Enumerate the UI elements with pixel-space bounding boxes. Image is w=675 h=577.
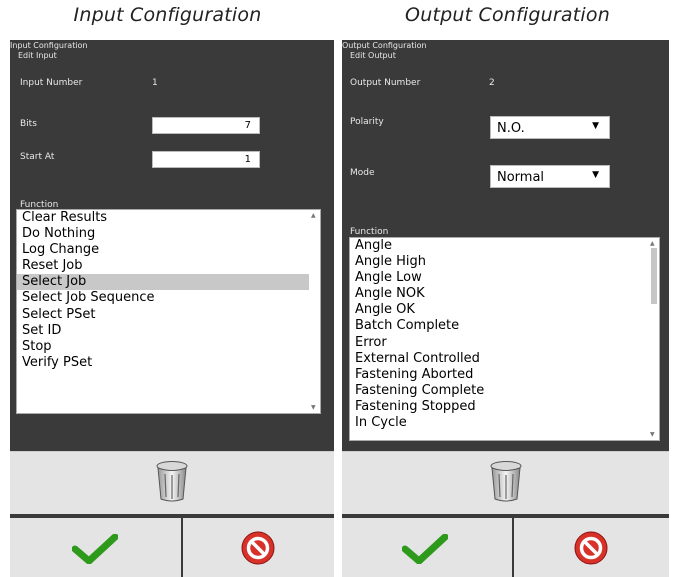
trash-icon <box>490 461 521 502</box>
function-option[interactable]: Angle <box>350 238 659 254</box>
function-option[interactable]: Clear Results <box>17 210 320 226</box>
scroll-down-icon[interactable]: ▼ <box>650 431 655 438</box>
polarity-value: N.O. <box>497 121 525 136</box>
function-option[interactable]: Fastening Aborted <box>350 367 659 383</box>
function-label: Function <box>350 227 389 237</box>
function-option[interactable]: Set ID <box>17 323 320 339</box>
function-option[interactable]: Log Change <box>17 242 320 258</box>
function-option[interactable]: Angle NOK <box>350 286 659 302</box>
window-title: Input Configuration <box>10 41 88 50</box>
output-number-label: Output Number <box>350 78 421 88</box>
scroll-down-icon[interactable]: ▼ <box>311 404 316 411</box>
function-option[interactable]: Select PSet <box>17 307 320 323</box>
delete-bar <box>342 451 669 514</box>
function-option[interactable]: External Controlled <box>350 351 659 367</box>
delete-bar <box>10 451 334 514</box>
list-scrollbar[interactable]: ▲ ▼ <box>309 210 320 413</box>
function-option[interactable]: In Cycle <box>350 415 659 431</box>
function-option[interactable]: Error <box>350 335 659 351</box>
function-option[interactable]: Stop <box>17 339 320 355</box>
cancel-icon <box>241 531 275 565</box>
trash-icon <box>156 461 188 502</box>
scroll-up-icon[interactable]: ▲ <box>650 240 655 247</box>
cancel-button[interactable] <box>514 518 669 577</box>
function-option[interactable]: Select Job <box>17 274 320 291</box>
confirm-button[interactable] <box>10 518 181 577</box>
function-option[interactable]: Angle High <box>350 254 659 270</box>
dropdown-arrow-icon: ▼ <box>592 121 599 131</box>
start-at-field[interactable]: 1 <box>152 151 260 168</box>
checkmark-icon <box>72 534 118 564</box>
bits-label: Bits <box>20 119 37 129</box>
function-option[interactable]: Verify PSet <box>17 355 320 371</box>
output-caption: Output Configuration <box>405 4 610 26</box>
output-number-value: 2 <box>489 78 495 88</box>
polarity-label: Polarity <box>350 117 384 127</box>
input-caption: Input Configuration <box>73 4 262 26</box>
input-number-value: 1 <box>152 78 158 88</box>
polarity-dropdown[interactable]: N.O. ▼ <box>490 116 610 139</box>
action-row <box>342 518 669 577</box>
function-option[interactable]: Do Nothing <box>17 226 320 242</box>
cancel-button[interactable] <box>183 518 334 577</box>
function-list[interactable]: Angle Angle High Angle Low Angle NOK Angle O… <box>349 237 660 441</box>
function-option[interactable]: Angle Low <box>350 270 659 286</box>
cancel-icon <box>574 531 608 565</box>
checkmark-icon <box>402 534 448 564</box>
mode-value: Normal <box>497 170 545 185</box>
confirm-button[interactable] <box>342 518 512 577</box>
output-configuration-panel: Output Configuration Edit Output Output … <box>342 40 669 577</box>
function-option[interactable]: Fastening Complete <box>350 383 659 399</box>
action-row <box>10 518 334 577</box>
bits-field[interactable]: 7 <box>152 117 260 134</box>
section-title: Edit Input <box>18 51 57 60</box>
window-title: Output Configuration <box>342 41 427 50</box>
function-option[interactable]: Select Job Sequence <box>17 290 320 306</box>
mode-label: Mode <box>350 168 375 178</box>
list-scrollbar[interactable]: ▲ ▼ <box>648 238 659 440</box>
delete-button[interactable] <box>489 459 523 503</box>
delete-button[interactable] <box>155 459 189 503</box>
mode-dropdown[interactable]: Normal ▼ <box>490 165 610 188</box>
scroll-thumb[interactable] <box>651 248 657 304</box>
function-option[interactable]: Fastening Stopped <box>350 399 659 415</box>
section-title: Edit Output <box>350 51 396 60</box>
function-list[interactable]: Clear Results Do Nothing Log Change Reset J… <box>16 209 321 414</box>
start-at-label: Start At <box>20 152 55 162</box>
input-configuration-panel: Input Configuration Edit Input Input Num… <box>10 40 334 577</box>
dropdown-arrow-icon: ▼ <box>592 170 599 180</box>
function-option[interactable]: Batch Complete <box>350 318 659 334</box>
function-option[interactable]: Reset Job <box>17 258 320 274</box>
function-option[interactable]: Angle OK <box>350 302 659 318</box>
input-number-label: Input Number <box>20 78 83 88</box>
scroll-up-icon[interactable]: ▲ <box>311 212 316 219</box>
